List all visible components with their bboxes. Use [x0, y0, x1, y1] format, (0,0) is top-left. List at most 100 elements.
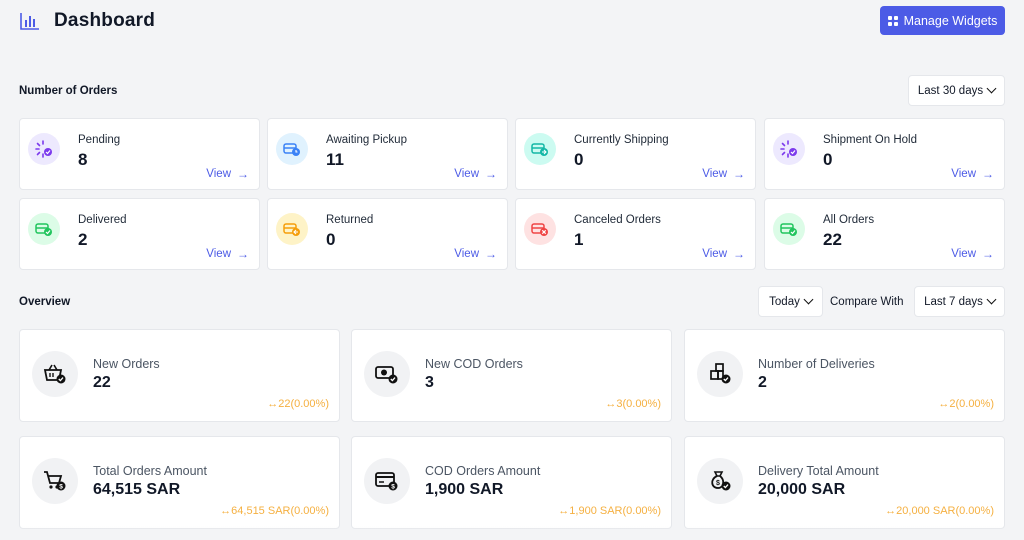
view-link[interactable]: View → — [951, 248, 994, 260]
pending-icon — [28, 133, 60, 165]
overview-metric-card: New COD Orders 3 ↔3(0.00%) — [351, 329, 672, 422]
arrow-right-icon: → — [237, 247, 249, 261]
order-status-label: Shipment On Hold — [823, 134, 917, 146]
order-status-card: Awaiting Pickup 11 View → — [267, 118, 508, 190]
overview-metric-card: $ Delivery Total Amount 20,000 SAR ↔20,000 … — [684, 436, 1005, 529]
truck-check-icon — [28, 213, 60, 245]
period-label: Today — [769, 295, 800, 308]
metric-label: New COD Orders — [425, 357, 523, 371]
arrow-right-icon: → — [485, 167, 497, 181]
view-label: View — [454, 248, 479, 260]
boxes-check-icon — [697, 351, 743, 397]
arrow-right-icon: → — [485, 247, 497, 261]
metric-comparison: ↔3(0.00%) — [605, 398, 661, 410]
period-dropdown[interactable]: Today — [758, 286, 823, 317]
svg-text:$: $ — [391, 483, 395, 490]
compare-range-dropdown[interactable]: Last 7 days — [914, 286, 1005, 317]
order-status-label: Awaiting Pickup — [326, 134, 407, 146]
overview-metric-card: Number of Deliveries 2 ↔2(0.00%) — [684, 329, 1005, 422]
chevron-down-icon — [986, 294, 997, 305]
metric-label: Number of Deliveries — [758, 357, 875, 371]
truck-cancel-icon — [524, 213, 556, 245]
view-label: View — [951, 168, 976, 180]
order-status-count: 1 — [574, 230, 584, 249]
metric-label: COD Orders Amount — [425, 464, 541, 478]
order-status-label: Currently Shipping — [574, 134, 669, 146]
orders-section-title: Number of Orders — [19, 85, 118, 97]
metric-comparison: ↔20,000 SAR(0.00%) — [885, 505, 994, 517]
order-status-count: 11 — [326, 150, 344, 169]
page-header: Dashboard Manage Widgets — [20, 6, 1005, 36]
order-status-card: Canceled Orders 1 View → — [515, 198, 756, 270]
view-label: View — [702, 168, 727, 180]
view-link[interactable]: View → — [454, 168, 497, 180]
manage-widgets-button[interactable]: Manage Widgets — [880, 6, 1005, 35]
overview-metric-card: New Orders 22 ↔22(0.00%) — [19, 329, 340, 422]
metric-comparison: ↔2(0.00%) — [938, 398, 994, 410]
cart-dollar-icon: $ — [32, 458, 78, 504]
order-status-label: Canceled Orders — [574, 214, 661, 226]
metric-value: 3 — [425, 374, 434, 391]
metric-value: 64,515 SAR — [93, 481, 181, 498]
order-status-card: Pending 8 View → — [19, 118, 260, 190]
order-status-card: Shipment On Hold 0 View → — [764, 118, 1005, 190]
order-status-label: Returned — [326, 214, 374, 226]
order-status-card: All Orders 22 View → — [764, 198, 1005, 270]
svg-text:$: $ — [716, 480, 720, 487]
metric-value: 22 — [93, 374, 111, 391]
truck-check-icon — [773, 213, 805, 245]
card-dollar-icon: $ — [364, 458, 410, 504]
svg-text:$: $ — [59, 483, 63, 490]
view-link[interactable]: View → — [454, 248, 497, 260]
view-link[interactable]: View → — [702, 248, 745, 260]
cash-check-icon — [364, 351, 410, 397]
view-label: View — [951, 248, 976, 260]
view-label: View — [702, 248, 727, 260]
widgets-grid-icon — [887, 15, 898, 26]
metric-label: Total Orders Amount — [93, 464, 207, 478]
order-status-count: 22 — [823, 230, 842, 249]
arrow-right-icon: → — [982, 247, 994, 261]
metric-comparison: ↔22(0.00%) — [267, 398, 329, 410]
view-label: View — [206, 248, 231, 260]
view-label: View — [454, 168, 479, 180]
view-link[interactable]: View → — [206, 168, 249, 180]
metric-label: Delivery Total Amount — [758, 464, 879, 478]
order-status-count: 0 — [326, 230, 336, 249]
metric-value: 1,900 SAR — [425, 481, 504, 498]
view-label: View — [206, 168, 231, 180]
compare-range-label: Last 7 days — [924, 295, 983, 308]
truck-clock-icon — [276, 133, 308, 165]
overview-metric-card: $ Total Orders Amount 64,515 SAR ↔64,515 SA… — [19, 436, 340, 529]
order-status-count: 8 — [78, 150, 88, 169]
order-status-card: Returned 0 View → — [267, 198, 508, 270]
view-link[interactable]: View → — [951, 168, 994, 180]
order-status-card: Currently Shipping 0 View → — [515, 118, 756, 190]
order-status-label: Delivered — [78, 214, 127, 226]
arrow-right-icon: → — [733, 167, 745, 181]
page-title: Dashboard — [54, 10, 156, 31]
basket-check-icon — [32, 351, 78, 397]
compare-with-label: Compare With — [830, 296, 904, 308]
orders-range-dropdown[interactable]: Last 30 days — [908, 75, 1005, 106]
view-link[interactable]: View → — [206, 248, 249, 260]
pending-icon — [773, 133, 805, 165]
bottom-fade — [0, 526, 1024, 540]
metric-value: 2 — [758, 374, 767, 391]
order-status-label: All Orders — [823, 214, 875, 226]
arrow-right-icon: → — [237, 167, 249, 181]
metric-label: New Orders — [93, 357, 160, 371]
order-status-card: Delivered 2 View → — [19, 198, 260, 270]
chevron-down-icon — [986, 83, 997, 94]
manage-widgets-label: Manage Widgets — [903, 13, 998, 28]
order-status-count: 0 — [574, 150, 584, 169]
order-status-label: Pending — [78, 134, 121, 146]
view-link[interactable]: View → — [702, 168, 745, 180]
chevron-down-icon — [803, 294, 814, 305]
order-status-count: 2 — [78, 230, 88, 249]
overview-section-title: Overview — [19, 296, 71, 308]
truck-shipping-icon — [524, 133, 556, 165]
arrow-right-icon: → — [982, 167, 994, 181]
metric-comparison: ↔64,515 SAR(0.00%) — [220, 505, 329, 517]
arrow-right-icon: → — [733, 247, 745, 261]
